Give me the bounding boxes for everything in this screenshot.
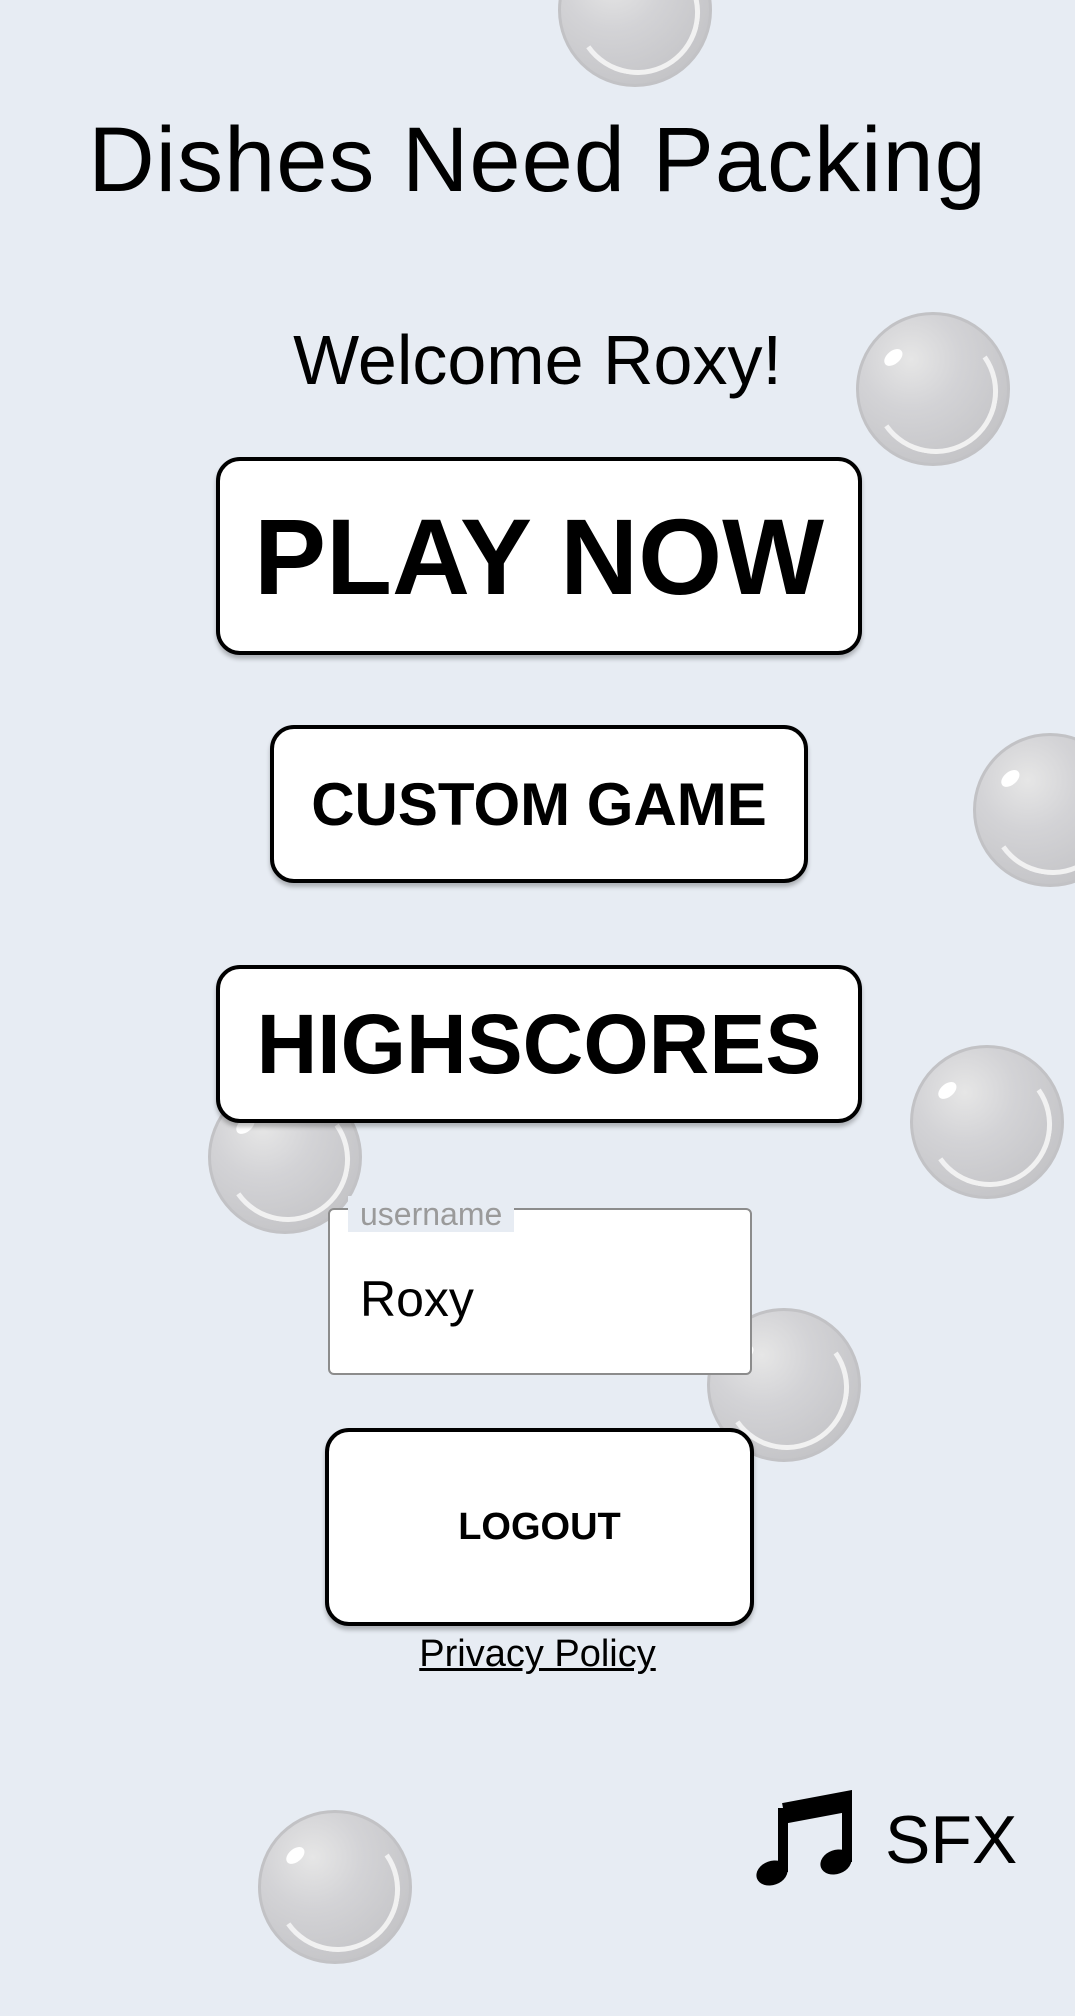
privacy-policy-link[interactable]: Privacy Policy	[0, 1632, 1075, 1676]
bubble-decoration	[558, 0, 712, 87]
welcome-message: Welcome Roxy!	[293, 321, 782, 399]
music-note-icon[interactable]	[755, 1789, 855, 1890]
username-field: username	[328, 1196, 752, 1375]
bubble-decoration	[258, 1810, 412, 1964]
custom-game-button[interactable]: CUSTOM GAME	[270, 725, 808, 883]
sfx-toggle[interactable]: SFX	[885, 1800, 1017, 1880]
bubble-decoration	[973, 733, 1075, 887]
logout-button[interactable]: LOGOUT	[325, 1428, 754, 1626]
play-now-button[interactable]: PLAY NOW	[216, 457, 862, 655]
bubble-decoration	[910, 1045, 1064, 1199]
username-input[interactable]	[360, 1270, 720, 1328]
highscores-button[interactable]: HIGHSCORES	[216, 965, 862, 1123]
game-title: Dishes Need Packing	[88, 109, 987, 211]
username-label: username	[348, 1196, 515, 1232]
